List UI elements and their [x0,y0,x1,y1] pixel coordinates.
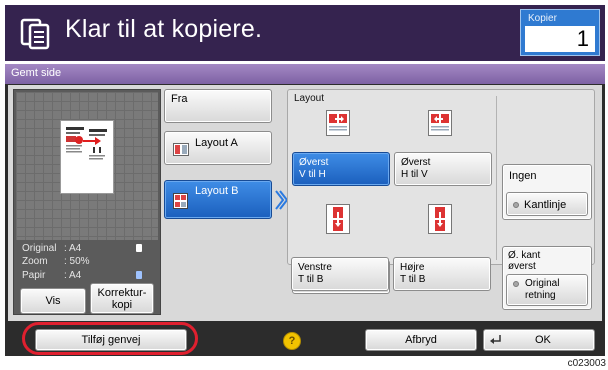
proof-copy-label-2: kopi [111,298,133,311]
layout-option-4-line1: Højre [400,262,425,273]
layout-title: Layout [294,93,325,104]
proof-copy-button[interactable]: Korrektur- kopi [90,283,154,314]
border-line-label: Kantlinje [513,199,566,211]
info-zoom-value: : 50% [64,256,90,267]
layout-option-top-left-right[interactable]: Øverst V til H [292,152,390,186]
info-original-key: Original [22,243,57,254]
info-paper-value: : A4 [64,270,82,281]
tab-strip: Gemt side [5,64,605,84]
layout-panel: Layout Øverst V til H Øverst H til V Ing… [287,89,595,294]
layout-option-1-line2: V til H [299,169,326,180]
layout-option-right-tb[interactable]: Højre T til B [393,257,491,291]
info-original-value: : A4 [64,243,82,254]
layout-option-4-text: Højre T til B [400,262,425,286]
border-line-group: Ingen Kantlinje [502,164,592,220]
order-top-bottom-left-icon [326,204,350,234]
border-line-indicator-icon [513,202,519,209]
status-title: Klar til at kopiere. [65,15,263,43]
original-orientation-button[interactable]: Original retning [506,274,588,306]
layout-option-2-text: Øverst H til V [401,157,430,181]
main-panel: Gemt side Original: A4 Zoom: 50% Papir… [5,64,605,356]
help-icon[interactable]: ? [283,332,301,350]
order-left-right-icon [326,110,350,136]
border-line-value: Ingen [509,170,537,182]
preview-area [16,92,158,240]
orientation-value-line1: Ø. kant [508,250,541,261]
layout-b-icon [173,193,188,209]
layout-b-button[interactable]: Layout B [164,180,272,219]
paper-tray-icon [136,271,142,279]
copies-value[interactable]: 1 [525,26,595,52]
original-orientation-label: Original retning [525,278,559,302]
layout-option-3-line2: T til B [298,274,324,285]
info-paper-key: Papir [22,270,46,281]
page-icon [136,244,142,252]
proof-copy-label-1: Korrektur- [97,286,147,299]
layout-option-2-line2: H til V [401,169,428,180]
view-button[interactable]: Vis [20,288,86,314]
copies-label: Kopier [528,13,557,24]
page-thumbnail-icon [66,127,107,160]
copy-icon [20,18,50,50]
cancel-button[interactable]: Afbryd [365,329,477,351]
original-orientation-line2: retning [525,290,556,301]
layout-option-2-line1: Øverst [401,157,431,168]
layout-option-3-line1: Venstre [298,262,332,273]
order-top-bottom-right-icon [428,204,452,234]
layout-a-icon [173,143,189,156]
orientation-group: Ø. kant øverst Original retning [502,246,592,310]
layout-a-button[interactable]: Layout A [164,131,272,165]
from-button[interactable]: Fra [164,89,272,123]
layout-option-3-text: Venstre T til B [298,262,332,286]
orientation-value-line2: øverst [508,261,536,272]
chevron-right-icon [275,190,288,210]
layout-option-1-line1: Øverst [299,157,329,168]
layout-option-top-right-left[interactable]: Øverst H til V [394,152,492,186]
preview-panel: Original : A4 Zoom : 50% Papir : A4 Vis Kor… [13,89,161,315]
preview-page [60,120,114,194]
border-line-text: Kantlinje [524,199,567,211]
from-label: Fra [171,93,188,105]
orientation-value: Ø. kant øverst [508,250,540,272]
original-orientation-line1: Original [525,278,560,289]
border-line-button[interactable]: Kantlinje [506,192,588,216]
image-code: c023003 [567,358,606,369]
status-bar: Klar til at kopiere. Kopier 1 [5,5,605,61]
tab-title: Gemt side [11,67,62,79]
info-original: Original : A4 [22,243,152,254]
layout-a-label: Layout A [195,137,238,149]
ok-label: OK [535,334,551,346]
order-right-left-icon [428,110,452,136]
enter-icon [490,335,501,344]
content-area: Original : A4 Zoom : 50% Papir : A4 Vis Kor… [8,85,602,321]
info-zoom: Zoom : 50% [22,256,152,267]
layout-b-label: Layout B [195,185,239,197]
layout-option-4-line2: T til B [400,274,426,285]
info-paper: Papir : A4 [22,270,152,281]
layout-divider [496,96,497,260]
orientation-indicator-icon [513,281,519,287]
info-zoom-key: Zoom [22,256,48,267]
highlight-circle [22,322,198,355]
copies-counter[interactable]: Kopier 1 [520,9,600,56]
layout-option-1-text: Øverst V til H [299,157,328,181]
ok-button[interactable]: OK [483,329,595,351]
layout-option-left-tb[interactable]: Venstre T til B [291,257,389,291]
